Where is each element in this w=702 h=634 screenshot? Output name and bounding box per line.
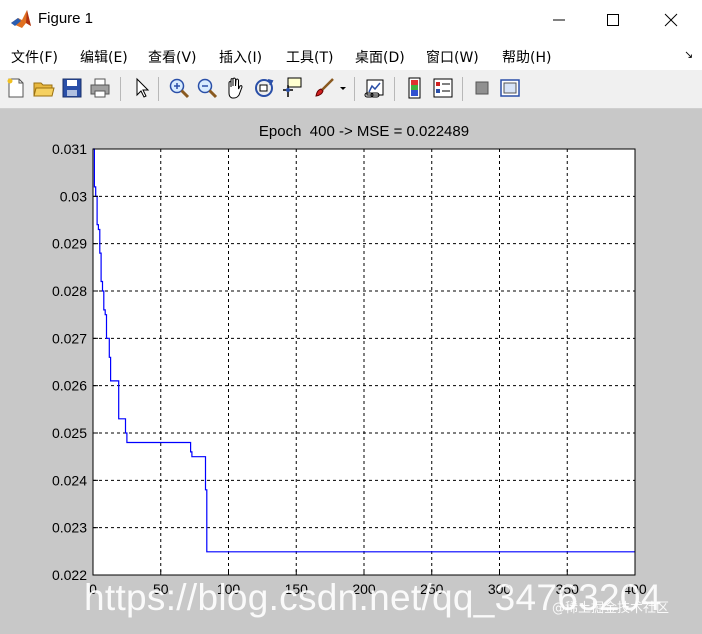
minimize-icon xyxy=(553,19,565,21)
hide-plot-tools-icon xyxy=(475,81,489,95)
maximize-icon xyxy=(607,14,619,26)
print-icon xyxy=(90,78,110,98)
y-tick-label: 0.029 xyxy=(52,236,87,252)
window-title: Figure 1 xyxy=(38,10,94,27)
y-tick-label: 0.026 xyxy=(52,378,87,394)
brush-button[interactable] xyxy=(312,76,336,100)
line-chart[interactable]: 0 50 100 150 200 250 300 350 4000.0220.0230.0240… xyxy=(0,109,702,634)
dock-arrow-icon[interactable]: ↘ xyxy=(684,48,693,61)
toolbar-separator xyxy=(394,77,395,101)
menu-desktop[interactable]: 桌面(D) xyxy=(355,47,405,67)
menu-file[interactable]: 文件(F) xyxy=(11,47,58,67)
open-file-icon xyxy=(33,82,55,97)
rotate-3d-button[interactable] xyxy=(252,76,276,100)
show-plot-tools-icon xyxy=(500,79,520,97)
y-tick-label: 0.022 xyxy=(52,567,87,583)
y-tick-label: 0.031 xyxy=(52,141,87,157)
colorbar-icon xyxy=(408,77,421,99)
menu-insert[interactable]: 插入(I) xyxy=(219,47,262,67)
legend-button[interactable] xyxy=(431,76,455,100)
close-icon xyxy=(664,13,678,27)
data-cursor-icon xyxy=(283,77,302,97)
zoom-in-icon xyxy=(169,78,190,99)
y-tick-label: 0.028 xyxy=(52,283,87,299)
watermark-community: @稀土掘金技术社区 xyxy=(552,601,670,616)
minimize-button[interactable] xyxy=(532,0,586,40)
brush-dropdown-icon xyxy=(340,87,346,90)
zoom-out-button[interactable] xyxy=(195,76,219,100)
open-file-button[interactable] xyxy=(32,76,56,100)
colorbar-button[interactable] xyxy=(403,76,427,100)
select-arrow-button[interactable] xyxy=(129,76,153,100)
pan-hand-icon xyxy=(228,77,243,99)
menu-tools[interactable]: 工具(T) xyxy=(286,47,333,67)
toolbar-separator xyxy=(158,77,159,101)
hide-plot-tools-button[interactable] xyxy=(471,76,495,100)
print-button[interactable] xyxy=(88,76,112,100)
chart-title: Epoch 400 -> MSE = 0.022489 xyxy=(259,123,469,140)
link-plot-button[interactable] xyxy=(363,76,387,100)
zoom-in-button[interactable] xyxy=(167,76,191,100)
y-tick-label: 0.025 xyxy=(52,425,87,441)
toolbar-separator xyxy=(120,77,121,101)
rotate-3d-icon xyxy=(255,79,274,97)
close-button[interactable] xyxy=(648,0,702,40)
data-cursor-button[interactable] xyxy=(280,76,304,100)
toolbar-separator xyxy=(354,77,355,101)
y-tick-label: 0.023 xyxy=(52,520,87,536)
menu-edit[interactable]: 编辑(E) xyxy=(80,47,128,67)
title-bar: Figure 1 xyxy=(0,0,702,40)
new-figure-button[interactable] xyxy=(4,76,28,100)
legend-icon xyxy=(433,78,453,98)
toolbar-separator xyxy=(462,77,463,101)
link-plot-icon xyxy=(364,79,384,98)
y-tick-label: 0.027 xyxy=(52,330,87,346)
matlab-logo-icon xyxy=(10,8,32,30)
brush-dropdown-button[interactable] xyxy=(337,76,349,100)
menu-help[interactable]: 帮助(H) xyxy=(502,47,551,67)
figure-canvas: 0 50 100 150 200 250 300 350 400 0.022 0.023 0.024 0… xyxy=(0,109,702,634)
new-figure-icon xyxy=(7,78,24,98)
save-icon xyxy=(62,78,82,98)
menu-view[interactable]: 查看(V) xyxy=(148,47,197,67)
pan-button[interactable] xyxy=(223,76,247,100)
menu-window[interactable]: 窗口(W) xyxy=(426,47,479,67)
y-tick-label: 0.024 xyxy=(52,472,87,488)
figure-toolbar xyxy=(0,70,702,109)
select-arrow-icon xyxy=(136,77,150,98)
y-tick-label: 0.03 xyxy=(60,188,87,204)
zoom-out-icon xyxy=(197,78,218,99)
maximize-button[interactable] xyxy=(586,0,640,40)
menu-bar: 文件(F) 编辑(E) 查看(V) 插入(I) 工具(T) 桌面(D) 窗口(W… xyxy=(0,40,702,70)
show-plot-tools-button[interactable] xyxy=(498,76,522,100)
save-button[interactable] xyxy=(60,76,84,100)
brush-icon xyxy=(315,78,334,97)
